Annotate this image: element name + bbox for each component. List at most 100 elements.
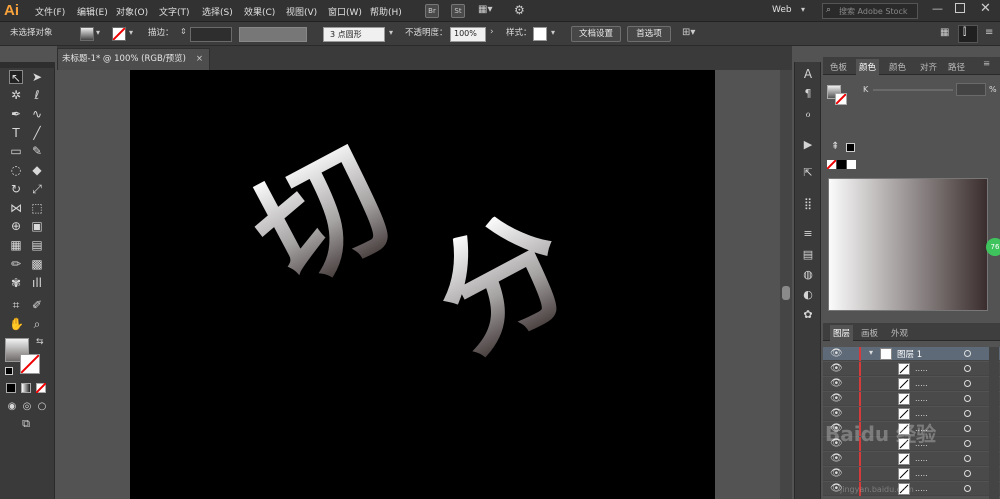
menu-object[interactable]: 对象(O) (116, 5, 148, 18)
target-circle-icon[interactable] (964, 425, 971, 432)
vertical-scrollbar[interactable] (780, 70, 792, 499)
pen-tool-icon[interactable]: ✒ (9, 107, 23, 121)
layer-row[interactable]: 👁..... (823, 392, 1000, 406)
perspective-grid-tool-icon[interactable]: ▦ (9, 238, 23, 252)
k-channel-field[interactable] (956, 83, 986, 96)
k-channel-slider[interactable] (873, 89, 953, 91)
direct-selection-tool-icon[interactable]: ➤ (30, 70, 44, 84)
width-tool-icon[interactable]: ⋈ (9, 201, 23, 215)
tab-appearance[interactable]: 外观 (891, 327, 908, 339)
stroke-swatch[interactable] (112, 27, 126, 41)
swap-colors-icon[interactable]: ⇆ (36, 337, 44, 347)
menu-select[interactable]: 选择(S) (202, 5, 233, 18)
menu-effect[interactable]: 效果(C) (244, 5, 275, 18)
expand-arrow-icon[interactable]: ▾ (869, 348, 873, 357)
panel-options-icon[interactable]: ≡ (983, 59, 990, 69)
sublayer-label[interactable]: ..... (915, 364, 928, 373)
visibility-eye-icon[interactable]: 👁 (830, 348, 843, 359)
stock-search[interactable]: ⌕ 搜索 Adobe Stock (822, 3, 918, 19)
visibility-eye-icon[interactable]: 👁 (830, 363, 843, 374)
column-graph-tool-icon[interactable]: ıll (30, 276, 44, 290)
menu-help[interactable]: 帮助(H) (370, 5, 402, 18)
target-circle-icon[interactable] (964, 485, 971, 492)
panel-grid-icon[interactable]: ▦ (940, 27, 949, 38)
style-chevron-icon[interactable]: ▾ (551, 28, 555, 37)
artwork-glyph-fen[interactable]: 分 (412, 188, 595, 380)
workspace-switcher[interactable]: Web (772, 5, 792, 15)
close-tab-icon[interactable]: × (196, 49, 203, 69)
brush-definition-field[interactable]: 3 点圆形 (323, 27, 385, 42)
appearance-panel-icon[interactable]: ◍ (801, 268, 815, 282)
actions-panel-icon[interactable]: ▶ (801, 138, 815, 152)
target-circle-icon[interactable] (964, 470, 971, 477)
gradient-tool-icon[interactable]: ▤ (30, 238, 44, 252)
panel-menu-icon[interactable]: ≡ (985, 27, 993, 38)
workspace-chevron-icon[interactable]: ▾ (801, 5, 805, 14)
opacity-label[interactable]: 不透明度： (405, 27, 448, 42)
symbol-sprayer-tool-icon[interactable]: ✾ (9, 276, 23, 290)
transparency-panel-icon[interactable]: ◐ (801, 288, 815, 302)
symbols-panel-icon[interactable]: ✿ (801, 308, 815, 322)
layer-name[interactable]: 图层 1 (897, 348, 922, 360)
stock-button[interactable]: St (451, 4, 465, 18)
style-label[interactable]: 样式： (506, 27, 532, 42)
align-panel-icon[interactable]: ≡ (801, 227, 815, 241)
line-tool-icon[interactable]: ╱ (30, 126, 44, 140)
sublayer-label[interactable]: ..... (915, 469, 928, 478)
curvature-tool-icon[interactable]: ∿ (30, 107, 44, 121)
notification-badge[interactable]: 76 (986, 238, 1000, 256)
layer-row[interactable]: 👁..... (823, 467, 1000, 481)
sublayer-label[interactable]: ..... (915, 454, 928, 463)
target-circle-icon[interactable] (964, 455, 971, 462)
tab-swatches[interactable]: 色板 (830, 61, 847, 73)
sublayer-label[interactable]: ..... (915, 484, 928, 493)
layers-scrollbar[interactable] (989, 347, 999, 499)
opacity-field[interactable]: 100% (450, 27, 486, 42)
paintbrush-tool-icon[interactable]: ✎ (30, 144, 44, 158)
target-circle-icon[interactable] (964, 350, 971, 357)
stroke-weight-stepper-icon[interactable]: ⇕ (180, 27, 187, 36)
canvas-area[interactable]: 切 分 (57, 70, 792, 499)
stroke-color-box[interactable] (20, 354, 40, 374)
panel-stroke-swatch[interactable] (835, 93, 847, 105)
tab-color[interactable]: 颜色 (856, 59, 880, 75)
shape-builder-tool-icon[interactable]: ⊕ (9, 219, 23, 233)
layer-row-top[interactable]: 👁 ▾ 图层 1 (823, 347, 1000, 361)
menu-edit[interactable]: 编辑(E) (77, 5, 108, 18)
visibility-eye-icon[interactable]: 👁 (830, 468, 843, 479)
draw-inside-icon[interactable]: ○ (35, 400, 49, 414)
target-circle-icon[interactable] (964, 380, 971, 387)
stroke-chevron-icon[interactable]: ▾ (129, 28, 133, 37)
black-color-swatch[interactable] (837, 160, 846, 169)
none-color-swatch[interactable] (827, 160, 836, 169)
screen-mode-icon[interactable]: ⧉ (19, 417, 33, 431)
default-colors-icon[interactable] (5, 367, 13, 375)
tab-color-guide[interactable]: 颜色 (889, 61, 906, 73)
visibility-eye-icon[interactable]: 👁 (830, 378, 843, 389)
menu-window[interactable]: 窗口(W) (328, 5, 362, 18)
gradient-panel-icon[interactable]: ▤ (801, 248, 815, 262)
color-spectrum[interactable] (828, 178, 988, 311)
tools-panel-grip[interactable] (0, 62, 55, 68)
free-transform-tool-icon[interactable]: ⬚ (30, 201, 44, 215)
hand-tool-icon[interactable]: ✋ (9, 317, 24, 331)
zoom-tool-icon[interactable]: ⌕ (30, 317, 44, 331)
brush-chevron-icon[interactable]: ▾ (389, 28, 393, 37)
artwork-glyph-qie[interactable]: 切 (230, 124, 413, 316)
target-circle-icon[interactable] (964, 440, 971, 447)
graphic-style-swatch[interactable] (533, 27, 547, 41)
document-tab[interactable]: 未标题-1* @ 100% (RGB/预览) × (57, 48, 210, 70)
opacity-chevron-icon[interactable]: › (490, 27, 494, 37)
menu-view[interactable]: 视图(V) (286, 5, 317, 18)
sublayer-label[interactable]: ..... (915, 394, 928, 403)
selection-tool-icon[interactable]: ↖ (9, 70, 23, 85)
arrange-documents-icon[interactable]: ▦▾ (478, 4, 496, 18)
color-mode-icon[interactable] (6, 383, 16, 393)
type-tool-icon[interactable]: T (9, 126, 23, 140)
artboard[interactable]: 切 分 (130, 70, 715, 499)
draw-normal-icon[interactable]: ◉ (5, 400, 19, 414)
layer-row[interactable]: 👁..... (823, 362, 1000, 376)
none-mode-icon[interactable] (36, 383, 46, 393)
fill-chevron-icon[interactable]: ▾ (96, 28, 100, 37)
fill-swatch[interactable] (80, 27, 94, 41)
